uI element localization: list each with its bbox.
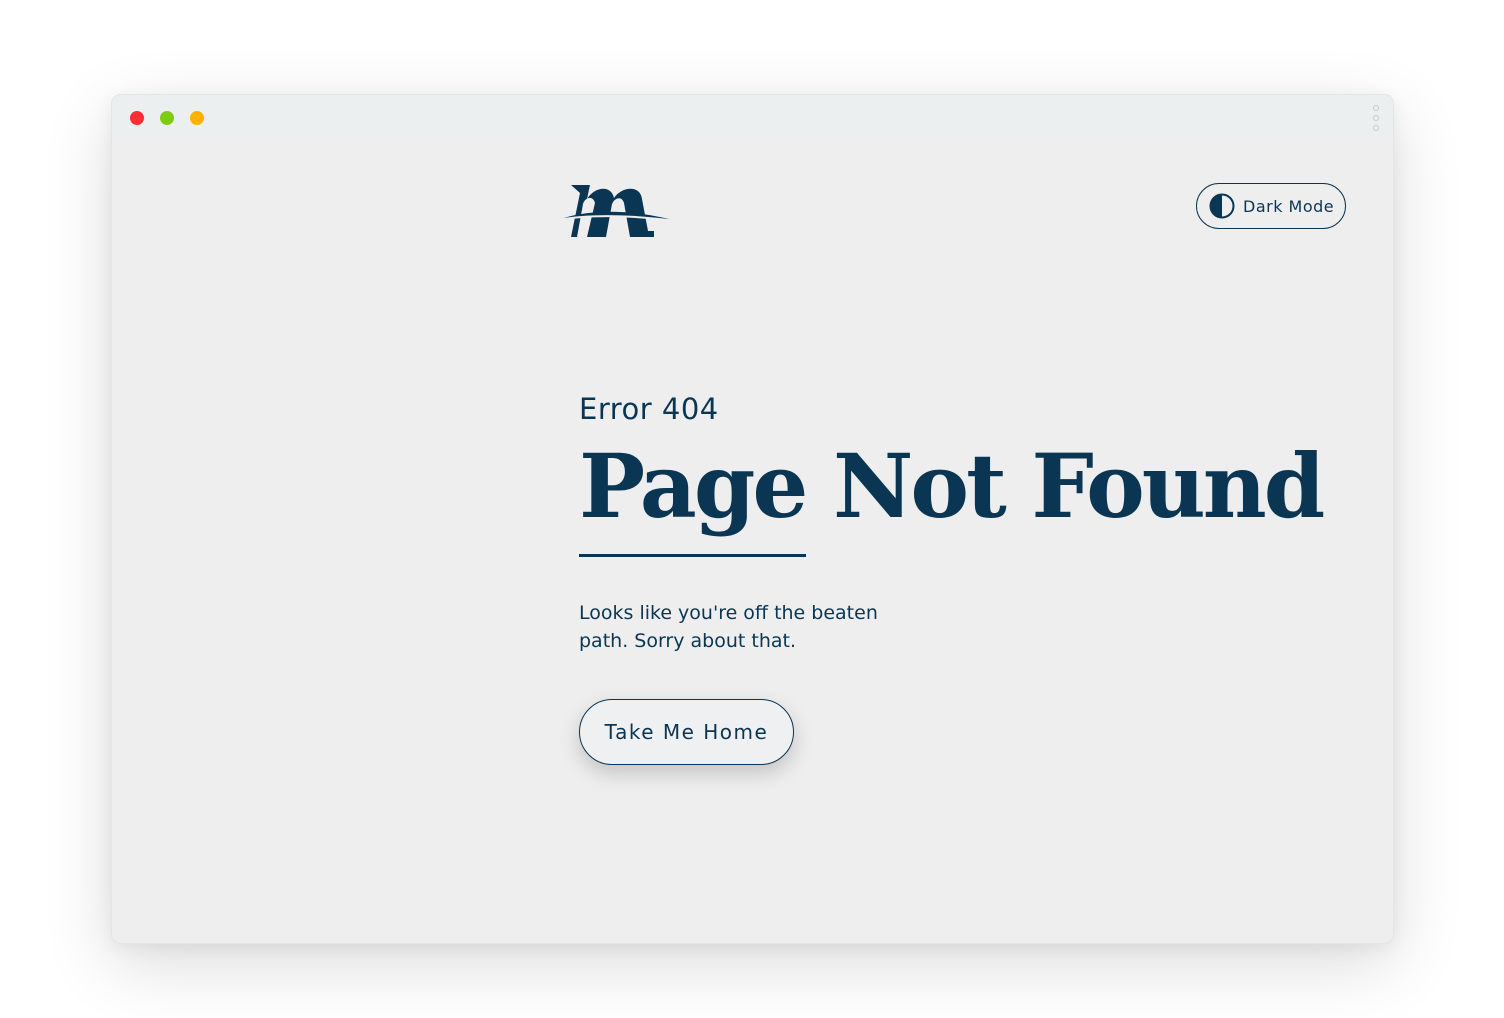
minimize-window-button[interactable] [190, 111, 204, 125]
dark-mode-label: Dark Mode [1243, 196, 1335, 216]
page-title: Page Not Found [579, 434, 1325, 538]
dark-mode-toggle-button[interactable]: Dark Mode [1196, 183, 1346, 229]
error-code: Error 404 [579, 392, 719, 426]
take-me-home-button[interactable]: Take Me Home [579, 699, 794, 765]
menu-dot [1373, 125, 1379, 131]
half-circle-contrast-icon [1209, 193, 1235, 219]
browser-window: Dark Mode Error 404 Page Not Found Looks… [111, 94, 1394, 944]
title-underline [579, 554, 806, 557]
m-logo-icon[interactable] [556, 181, 678, 241]
window-titlebar [112, 95, 1393, 139]
menu-dot [1373, 115, 1379, 121]
close-window-button[interactable] [130, 111, 144, 125]
maximize-window-button[interactable] [160, 111, 174, 125]
menu-dot [1373, 105, 1379, 111]
error-content: Error 404 Page Not Found Looks like you'… [579, 395, 1339, 765]
vertical-ellipsis-icon[interactable] [1372, 105, 1380, 131]
error-description: Looks like you're off the beaten path. S… [579, 602, 878, 652]
